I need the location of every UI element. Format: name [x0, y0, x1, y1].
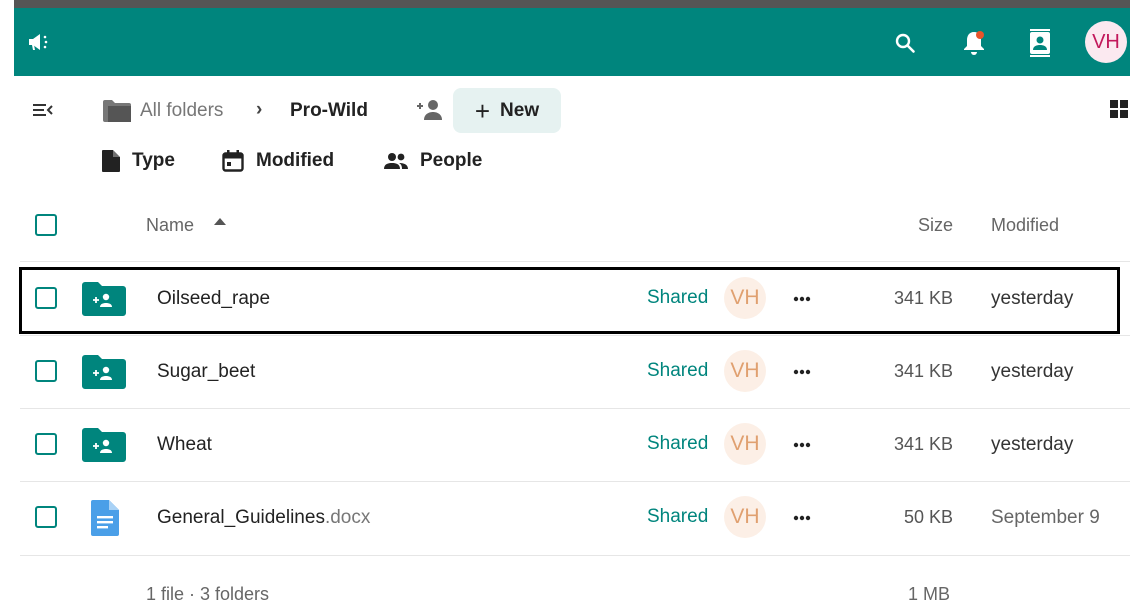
breadcrumb-current-folder[interactable]: Pro-Wild [290, 100, 368, 122]
table-row[interactable]: Sugar_beet Shared VH 341 KB yesterday [0, 335, 1130, 408]
filter-type-label: Type [132, 150, 175, 171]
filter-people-label: People [420, 150, 483, 171]
owner-avatar[interactable]: VH [724, 423, 766, 465]
column-modified-header[interactable]: Modified [991, 215, 1059, 236]
shared-label[interactable]: Shared [647, 287, 708, 309]
owner-avatar[interactable]: VH [724, 277, 766, 319]
row-checkbox[interactable] [35, 506, 57, 528]
new-button-label: New [500, 99, 540, 121]
filter-modified-label: Modified [256, 150, 335, 171]
file-name[interactable]: Sugar_beet [157, 361, 255, 383]
more-options-icon[interactable] [790, 433, 814, 457]
table-row[interactable]: Oilseed_rape Shared VH 341 KB yesterday [0, 262, 1130, 335]
select-all-checkbox[interactable] [35, 214, 57, 236]
row-checkbox[interactable] [35, 433, 57, 455]
new-button[interactable]: + New [453, 88, 561, 133]
file-modified: yesterday [991, 361, 1074, 382]
megaphone-icon[interactable] [26, 30, 52, 54]
file-size: 50 KB [903, 507, 953, 527]
table-row[interactable]: General_Guidelines.docx Shared VH 50 KB … [0, 481, 1130, 554]
people-icon [384, 153, 408, 169]
shared-folder-icon [82, 428, 126, 467]
file-modified: yesterday [991, 288, 1074, 309]
plus-icon: + [474, 95, 491, 126]
divider [20, 555, 1130, 556]
table-row[interactable]: Wheat Shared VH 341 KB yesterday [0, 408, 1130, 481]
breadcrumb-separator: › [256, 99, 263, 120]
user-avatar[interactable]: VH [1085, 21, 1127, 63]
grid-view-icon[interactable] [1110, 99, 1130, 121]
shared-label[interactable]: Shared [647, 360, 708, 382]
shared-folder-icon [82, 355, 126, 394]
shared-label[interactable]: Shared [647, 433, 708, 455]
owner-avatar[interactable]: VH [724, 350, 766, 392]
file-size: 341 KB [893, 361, 953, 381]
window-top-edge [14, 0, 1130, 8]
file-modified: September 9 [991, 507, 1100, 528]
document-icon [91, 500, 119, 541]
file-modified: yesterday [991, 434, 1074, 455]
owner-avatar[interactable]: VH [724, 496, 766, 538]
search-icon[interactable] [892, 30, 918, 56]
table-header: Name Size Modified [0, 203, 1130, 247]
row-checkbox[interactable] [35, 360, 57, 382]
sort-ascending-icon[interactable] [214, 218, 226, 225]
file-size: 341 KB [893, 434, 953, 454]
breadcrumb-all-folders[interactable]: All folders [140, 100, 223, 122]
column-name-header[interactable]: Name [146, 215, 194, 236]
share-folder-icon[interactable] [415, 98, 445, 122]
sidebar-toggle-icon[interactable] [32, 100, 54, 120]
top-app-bar: VH [14, 8, 1130, 76]
filter-type[interactable]: Type [102, 150, 175, 172]
breadcrumb: All folders › Pro-Wild + New [0, 88, 1130, 134]
file-name[interactable]: Oilseed_rape [157, 288, 270, 310]
shared-folder-icon [82, 282, 126, 321]
contacts-icon[interactable] [1027, 28, 1053, 58]
row-checkbox[interactable] [35, 287, 57, 309]
summary-count: 1 file · 3 folders [146, 584, 270, 604]
filter-bar: Type Modified People [0, 150, 1130, 184]
filter-modified[interactable]: Modified [222, 150, 334, 172]
file-icon [102, 150, 120, 172]
file-size: 341 KB [893, 288, 953, 308]
folder-icon [103, 99, 131, 123]
column-size-header[interactable]: Size [918, 215, 953, 236]
file-name[interactable]: Wheat [157, 434, 212, 456]
calendar-icon [222, 150, 244, 172]
more-options-icon[interactable] [790, 360, 814, 384]
bell-icon[interactable] [960, 28, 988, 58]
shared-label[interactable]: Shared [647, 506, 708, 528]
filter-people[interactable]: People [384, 150, 482, 172]
more-options-icon[interactable] [790, 287, 814, 311]
file-name[interactable]: General_Guidelines.docx [157, 507, 370, 529]
more-options-icon[interactable] [790, 506, 814, 530]
summary-size: 1 MB [908, 584, 951, 604]
